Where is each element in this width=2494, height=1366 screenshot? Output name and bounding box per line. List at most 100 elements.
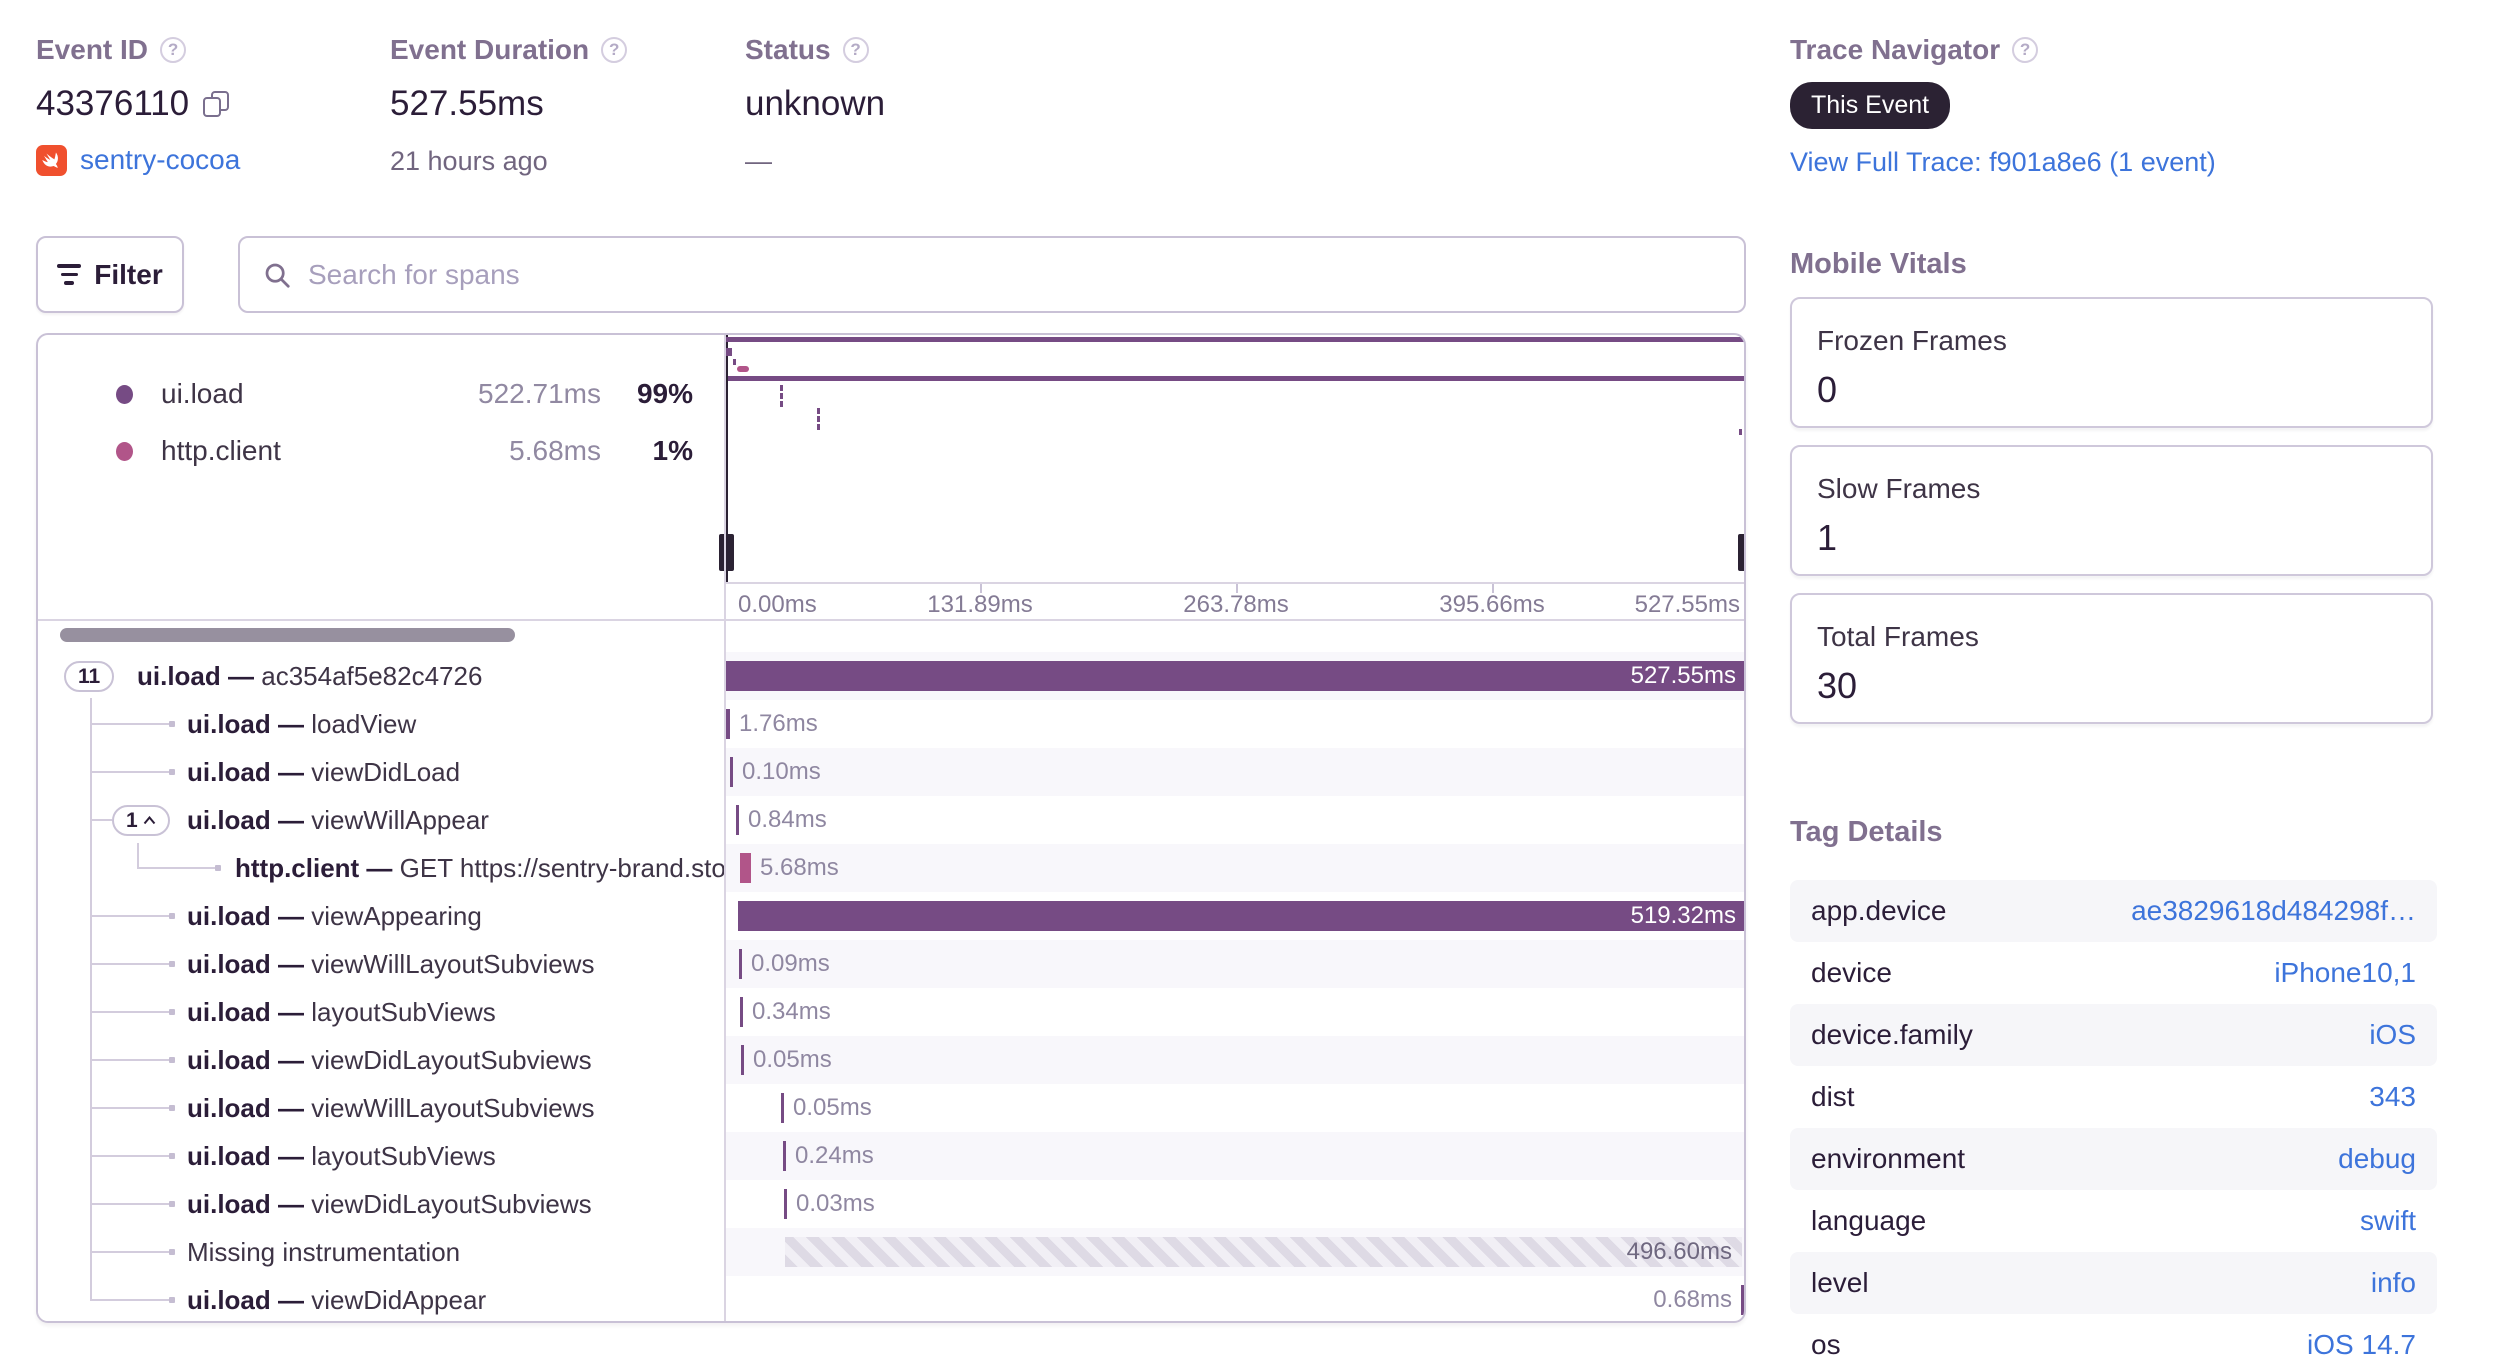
span-duration-tick[interactable] [740,997,743,1027]
span-bar-row[interactable]: 1.76ms [724,700,1744,748]
span-tree-row[interactable]: ui.load — viewAppearing [38,892,724,940]
span-duration-tick[interactable] [740,853,751,883]
span-tree-row[interactable]: ui.load — viewDidLayoutSubviews [38,1036,724,1084]
vitals-card-value: 0 [1817,369,1838,410]
span-tree-row-text: ui.load — loadView [187,709,417,739]
span-bar-row[interactable]: 0.03ms [724,1180,1744,1228]
span-duration-tick[interactable] [783,1141,786,1171]
tag-key: level [1811,1267,1869,1298]
tag-value-link[interactable]: 343 [2369,1081,2416,1113]
tag-row: level info [1790,1252,2437,1314]
span-tree-row-text: ui.load — viewDidLayoutSubviews [187,1189,592,1219]
tag-row: device iPhone10,1 [1790,942,2437,1004]
this-event-badge[interactable]: This Event [1790,82,1951,129]
search-input[interactable] [308,258,1722,291]
tag-value-link[interactable]: iOS [2369,1019,2416,1051]
span-bar-row[interactable]: 0.68ms [724,1276,1744,1321]
event-duration-ago: 21 hours ago [390,146,548,176]
scrollbar-thumb[interactable] [60,628,515,642]
span-search-bar [238,236,1746,313]
span-bar-row[interactable]: 0.05ms [724,1036,1744,1084]
span-tree: 11 ui.load — ac354af5e82c4726 ui.load — lo… [38,652,724,1321]
span-tree-row[interactable]: ui.load — viewDidLoad [38,748,724,796]
span-bar-row[interactable]: 0.24ms [724,1132,1744,1180]
span-duration-tick[interactable] [784,1189,787,1219]
span-duration-tick[interactable] [781,1093,784,1123]
span-bar-row[interactable]: 0.84ms [724,796,1744,844]
minimap-left-handle[interactable] [719,534,734,571]
span-tree-row[interactable]: ui.load — viewDidAppear [38,1276,724,1321]
span-tree-row[interactable]: ui.load — viewWillLayoutSubviews [38,940,724,988]
missing-instrumentation-bar[interactable]: 496.60ms [785,1237,1742,1267]
span-tree-row-text: ui.load — viewDidLoad [187,757,461,787]
span-duration-bar[interactable]: 519.32ms [738,901,1744,931]
span-duration-tick[interactable] [726,709,730,739]
span-bar-row[interactable]: 0.09ms [724,940,1744,988]
span-bar-row[interactable]: 0.05ms [724,1084,1744,1132]
minimap-span-mark [817,416,820,422]
legend-op: http.client [161,435,281,466]
tag-value-link[interactable]: swift [2360,1205,2416,1237]
span-duration-tick[interactable] [736,805,739,835]
minimap-span-bar [726,337,1744,342]
span-bar-row[interactable]: 527.55ms [724,652,1744,700]
tag-row: environment debug [1790,1128,2437,1190]
span-tree-row[interactable]: ui.load — viewDidLayoutSubviews [38,1180,724,1228]
span-tree-row[interactable]: ui.load — loadView [38,700,724,748]
tag-value-link[interactable]: ae3829618d484298f… [2131,895,2416,927]
vitals-card-label: Frozen Frames [1817,325,2007,356]
view-full-trace-link[interactable]: View Full Trace: f901a8e6 (1 event) [1790,147,2216,178]
span-bar-row[interactable]: 0.10ms [724,748,1744,796]
span-duration-tick[interactable] [730,757,733,787]
help-icon[interactable]: ? [842,37,869,63]
span-tree-row-text: http.client — GET https://sentry-brand.s… [235,853,724,883]
span-duration-label: 0.24ms [795,1142,874,1169]
span-bar-row[interactable]: 5.68ms [724,844,1744,892]
legend-op: ui.load [161,378,244,409]
help-icon[interactable]: ? [2012,37,2039,63]
tree-horizontal-scrollbar [38,619,724,652]
minimap-right-handle[interactable] [1738,534,1744,571]
trace-navigator-column: Trace Navigator ? This Event View Full T… [1790,34,2216,178]
axis-label: 527.55ms [1634,591,1740,618]
tag-value-link[interactable]: iOS 14.7 [2307,1329,2416,1361]
span-duration-bar[interactable]: 527.55ms [726,661,1744,691]
span-tree-row[interactable]: ui.load — viewWillAppear [38,796,724,844]
help-icon[interactable]: ? [160,37,187,63]
span-tree-row[interactable]: Missing instrumentation [38,1228,724,1276]
span-bar-row[interactable]: 496.60ms [724,1228,1744,1276]
copy-icon[interactable] [203,91,230,117]
legend-item[interactable]: http.client 5.68ms 1% [38,435,724,466]
event-duration-column: Event Duration ? 527.55ms 21 hours ago [390,34,628,177]
span-tree-row[interactable]: http.client — GET https://sentry-brand.s… [38,844,724,892]
span-tree-row-text: Missing instrumentation [187,1237,461,1267]
legend-color-dot [116,384,133,404]
span-tree-row[interactable]: ui.load — layoutSubViews [38,988,724,1036]
span-duration-tick[interactable] [739,949,742,979]
tag-value-link[interactable]: iPhone10,1 [2274,957,2416,989]
project-name[interactable]: sentry-cocoa [80,144,240,176]
span-tree-row-text: ui.load — viewDidLayoutSubviews [187,1045,592,1075]
span-duration-tick[interactable] [741,1045,744,1075]
tag-value-link[interactable]: debug [2338,1143,2416,1175]
span-bars: 527.55ms 1.76ms 0.10ms 0.84ms 5.68ms 519.32ms… [724,652,1744,1321]
span-duration-tick[interactable] [1741,1285,1744,1315]
minimap-span-mark [737,366,749,372]
tag-details-heading: Tag Details [1790,816,1943,848]
divider [38,619,1744,621]
span-tree-row[interactable]: ui.load — layoutSubViews [38,1132,724,1180]
span-bar-row[interactable]: 0.34ms [724,988,1744,1036]
trace-navigator-label: Trace Navigator [1790,34,2001,65]
help-icon[interactable]: ? [601,37,628,63]
tag-value-link[interactable]: info [2371,1267,2416,1299]
project-link[interactable]: sentry-cocoa [36,144,240,176]
span-tree-row[interactable]: ui.load — ac354af5e82c4726 [38,652,724,700]
tree-bars-divider[interactable] [724,335,726,1321]
trace-minimap[interactable] [719,335,1744,582]
legend-item[interactable]: ui.load 522.71ms 99% [38,378,724,409]
filter-button[interactable]: Filter [36,236,184,313]
event-duration-value: 527.55ms [390,84,544,123]
event-id-value: 43376110 [36,84,190,123]
span-tree-row[interactable]: ui.load — viewWillLayoutSubviews [38,1084,724,1132]
span-bar-row[interactable]: 519.32ms [724,892,1744,940]
